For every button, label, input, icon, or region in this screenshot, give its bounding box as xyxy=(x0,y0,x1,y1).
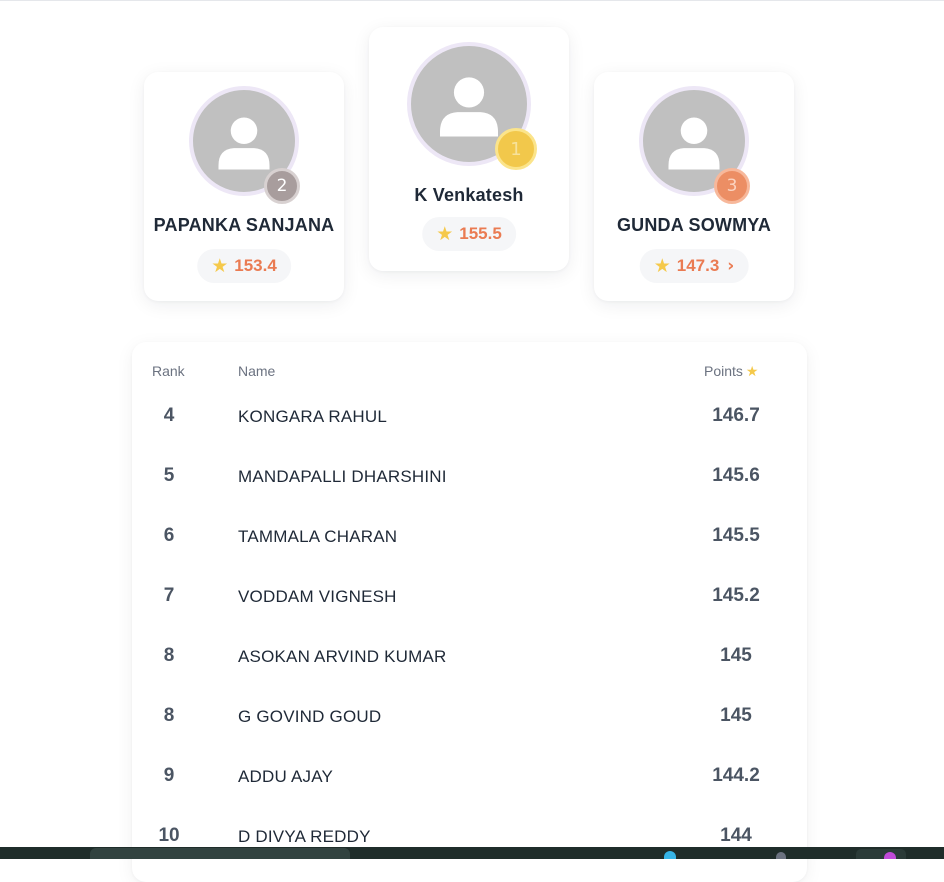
row-name: ASOKAN ARVIND KUMAR xyxy=(238,647,447,666)
podium-name: GUNDA SOWMYA xyxy=(616,215,772,235)
row-name: ADDU AJAY xyxy=(238,767,334,786)
points-pill: ★ 155.5 xyxy=(422,217,516,251)
points-pill: ★ 153.4 xyxy=(197,249,291,283)
row-name: D DIVYA REDDY xyxy=(238,827,371,846)
bronze-medal-badge: 3 xyxy=(714,168,750,204)
row-name: TAMMALA CHARAN xyxy=(238,527,398,546)
star-icon: ★ xyxy=(745,364,759,380)
podium-points: 155.5 xyxy=(459,224,502,243)
podium-name: K Venkatesh xyxy=(414,185,524,205)
taskbar-app-icon[interactable] xyxy=(776,852,786,859)
table-row[interactable]: 8 G GOVIND GOUD 145 xyxy=(132,705,807,765)
table-row[interactable]: 7 VODDAM VIGNESH 145.2 xyxy=(132,585,807,645)
table-row[interactable]: 9 ADDU AJAY 144.2 xyxy=(132,765,807,825)
podium-points: 153.4 xyxy=(234,256,277,275)
table-row[interactable]: 5 MANDAPALLI DHARSHINI 145.6 xyxy=(132,465,807,525)
podium-card-second[interactable]: 2 PAPANKA SANJANA ★ 153.4 xyxy=(144,72,344,301)
chevron-right-icon[interactable]: › xyxy=(727,256,734,276)
column-header-name: Name xyxy=(238,363,276,379)
star-icon: ★ xyxy=(436,223,454,245)
points-pill[interactable]: ★ 147.3 › xyxy=(639,249,749,283)
taskbar-app-icon[interactable] xyxy=(884,852,896,859)
taskbar-search-box[interactable] xyxy=(90,848,350,859)
leaderboard-table: Rank Name Points ★ 4 KONGARA RAHUL 146.7 … xyxy=(132,342,807,882)
avatar-second: 2 xyxy=(189,86,300,204)
podium-points: 147.3 xyxy=(676,256,720,275)
table-row[interactable]: 6 TAMMALA CHARAN 145.5 xyxy=(132,525,807,585)
row-name: MANDAPALLI DHARSHINI xyxy=(238,467,447,486)
taskbar-app-icon[interactable] xyxy=(664,851,676,859)
avatar-third: 3 xyxy=(639,86,750,204)
podium-card-first[interactable]: 1 K Venkatesh ★ 155.5 xyxy=(369,27,569,271)
gold-medal-badge: 1 xyxy=(495,128,537,170)
podium-name: PAPANKA SANJANA xyxy=(153,215,335,235)
row-name: KONGARA RAHUL xyxy=(238,407,388,426)
avatar-first: 1 xyxy=(407,42,537,170)
row-name: G GOVIND GOUD xyxy=(238,707,382,726)
star-icon: ★ xyxy=(211,255,229,277)
podium-card-third[interactable]: 3 GUNDA SOWMYA ★ 147.3 › xyxy=(594,72,794,301)
table-row[interactable]: 8 ASOKAN ARVIND KUMAR 145 xyxy=(132,645,807,705)
column-header-rank: Rank xyxy=(152,363,185,379)
taskbar-tray[interactable] xyxy=(856,849,906,859)
row-name: VODDAM VIGNESH xyxy=(238,587,397,606)
star-icon: ★ xyxy=(653,255,671,277)
column-header-points: Points ★ xyxy=(704,363,759,380)
silver-medal-badge: 2 xyxy=(264,168,300,204)
top-divider xyxy=(0,0,944,1)
table-row[interactable]: 4 KONGARA RAHUL 146.7 xyxy=(132,405,807,465)
